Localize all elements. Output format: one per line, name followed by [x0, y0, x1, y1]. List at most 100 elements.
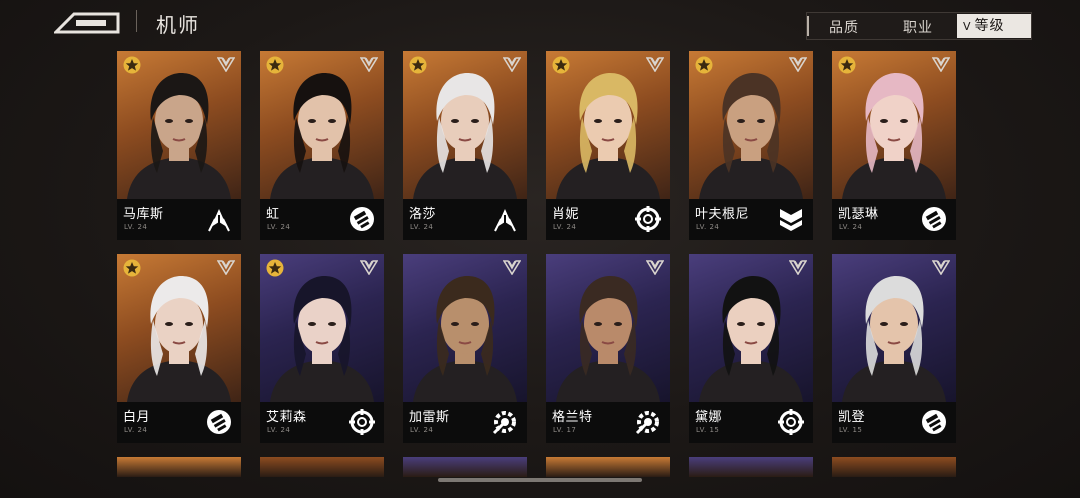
- pilot-card[interactable]: 虹 LV. 24: [260, 51, 384, 240]
- pilot-illustration: [556, 276, 660, 402]
- pilot-portrait: [260, 51, 384, 199]
- faction-emblem-icon: [217, 57, 235, 72]
- pilot-level: LV. 24: [410, 426, 434, 434]
- pilot-name: 肖妮: [552, 207, 580, 222]
- pilot-card[interactable]: 黛娜 LV. 15: [689, 254, 813, 443]
- pilot-card[interactable]: 凯登 LV. 15: [832, 254, 956, 443]
- gold-star-icon: [123, 56, 141, 74]
- pilot-level: LV. 24: [267, 426, 291, 434]
- pilot-name: 虹: [266, 207, 280, 222]
- faction-emblem-icon: [932, 57, 950, 72]
- back-button[interactable]: [54, 8, 120, 34]
- fist-icon: [207, 410, 231, 434]
- pilot-info-bar: 马库斯 LV. 24: [117, 199, 241, 240]
- gold-star-icon: [123, 259, 141, 277]
- page-title: 机师: [156, 13, 200, 37]
- pilot-level: LV. 24: [410, 223, 434, 231]
- gold-star-icon: [409, 56, 427, 74]
- pilot-name: 艾莉森: [266, 410, 307, 425]
- gear-wrench-icon: [492, 411, 516, 435]
- pilot-name: 格兰特: [552, 410, 593, 425]
- pilot-info-bar: 白月 LV. 24: [117, 402, 241, 443]
- fist-icon: [922, 410, 946, 434]
- pilot-info-bar: 加雷斯 LV. 24: [403, 402, 527, 443]
- pilot-name: 加雷斯: [409, 410, 450, 425]
- pilot-info-bar: 虹 LV. 24: [260, 199, 384, 240]
- filter-class-tab[interactable]: 职业: [903, 17, 933, 37]
- gold-star-icon: [695, 56, 713, 74]
- pilot-info-bar: 肖妮 LV. 24: [546, 199, 670, 240]
- pilot-card[interactable]: 叶夫根尼 LV. 24: [689, 51, 813, 240]
- faction-emblem-icon: [217, 260, 235, 275]
- pilot-illustration: [699, 276, 803, 402]
- fist-icon: [922, 207, 946, 231]
- arrow-burst-icon: [494, 209, 516, 232]
- pilot-level: LV. 24: [553, 223, 577, 231]
- pilot-name: 马库斯: [123, 207, 164, 222]
- pilot-info-bar: 洛莎 LV. 24: [403, 199, 527, 240]
- pilot-portrait: [403, 51, 527, 199]
- arrow-burst-icon: [208, 209, 230, 232]
- faction-emblem-icon: [646, 260, 664, 275]
- pilot-card-partial[interactable]: [832, 457, 956, 477]
- pilot-card-partial[interactable]: [403, 457, 527, 477]
- pilot-portrait: [689, 254, 813, 402]
- pilot-info-bar: 格兰特 LV. 17: [546, 402, 670, 443]
- pilot-level: LV. 24: [839, 223, 863, 231]
- pilot-card[interactable]: 艾莉森 LV. 24: [260, 254, 384, 443]
- pilot-portrait: [689, 51, 813, 199]
- pilot-info-bar: 凯瑟琳 LV. 24: [832, 199, 956, 240]
- gold-star-icon: [838, 56, 856, 74]
- pilot-name: 黛娜: [695, 410, 723, 425]
- filter-bar: 品质 职业 V 等级: [806, 12, 1032, 40]
- gold-star-icon: [266, 56, 284, 74]
- pilot-portrait: [832, 254, 956, 402]
- faction-emblem-icon: [360, 260, 378, 275]
- pilot-card-partial[interactable]: [260, 457, 384, 477]
- pilot-card-partial[interactable]: [117, 457, 241, 477]
- pilot-name: 洛莎: [409, 207, 437, 222]
- pilot-portrait: [260, 254, 384, 402]
- pilot-card-partial[interactable]: [689, 457, 813, 477]
- crosshair-icon: [778, 409, 804, 435]
- pilot-illustration: [413, 276, 517, 402]
- pilot-card[interactable]: 加雷斯 LV. 24: [403, 254, 527, 443]
- crosshair-icon: [349, 409, 375, 435]
- pilot-info-bar: 凯登 LV. 15: [832, 402, 956, 443]
- pilot-illustration: [842, 276, 946, 402]
- pilot-card[interactable]: 白月 LV. 24: [117, 254, 241, 443]
- pilot-card-partial[interactable]: [546, 457, 670, 477]
- pilot-info-bar: 叶夫根尼 LV. 24: [689, 199, 813, 240]
- pilot-portrait: [546, 51, 670, 199]
- pilot-card[interactable]: 格兰特 LV. 17: [546, 254, 670, 443]
- pilot-card[interactable]: 肖妮 LV. 24: [546, 51, 670, 240]
- pilot-portrait: [403, 254, 527, 402]
- pilot-level: LV. 15: [839, 426, 863, 434]
- gear-wrench-icon: [635, 411, 659, 435]
- pilot-portrait: [546, 254, 670, 402]
- faction-emblem-icon: [503, 57, 521, 72]
- pilot-name: 叶夫根尼: [695, 207, 750, 222]
- faction-emblem-icon: [932, 260, 950, 275]
- filter-level-label: 等级: [974, 18, 1005, 34]
- home-indicator: [438, 478, 642, 482]
- pilot-level: LV. 24: [124, 426, 148, 434]
- pilot-name: 凯瑟琳: [838, 207, 879, 222]
- pilot-card[interactable]: 洛莎 LV. 24: [403, 51, 527, 240]
- filter-level-tab[interactable]: V 等级: [957, 14, 1031, 38]
- faction-emblem-icon: [789, 57, 807, 72]
- pilot-level: LV. 15: [696, 426, 720, 434]
- gold-star-icon: [552, 56, 570, 74]
- pilot-card[interactable]: 马库斯 LV. 24: [117, 51, 241, 240]
- shield-chevron-icon: [780, 209, 802, 231]
- pilot-info-bar: 艾莉森 LV. 24: [260, 402, 384, 443]
- pilot-card[interactable]: 凯瑟琳 LV. 24: [832, 51, 956, 240]
- filter-quality-tab[interactable]: 品质: [829, 17, 859, 37]
- crosshair-icon: [635, 206, 661, 232]
- title-divider: [136, 10, 137, 32]
- pilot-portrait: [117, 51, 241, 199]
- chevron-down-icon: V: [963, 20, 972, 33]
- pilot-name: 白月: [123, 410, 151, 425]
- faction-emblem-icon: [789, 260, 807, 275]
- faction-emblem-icon: [503, 260, 521, 275]
